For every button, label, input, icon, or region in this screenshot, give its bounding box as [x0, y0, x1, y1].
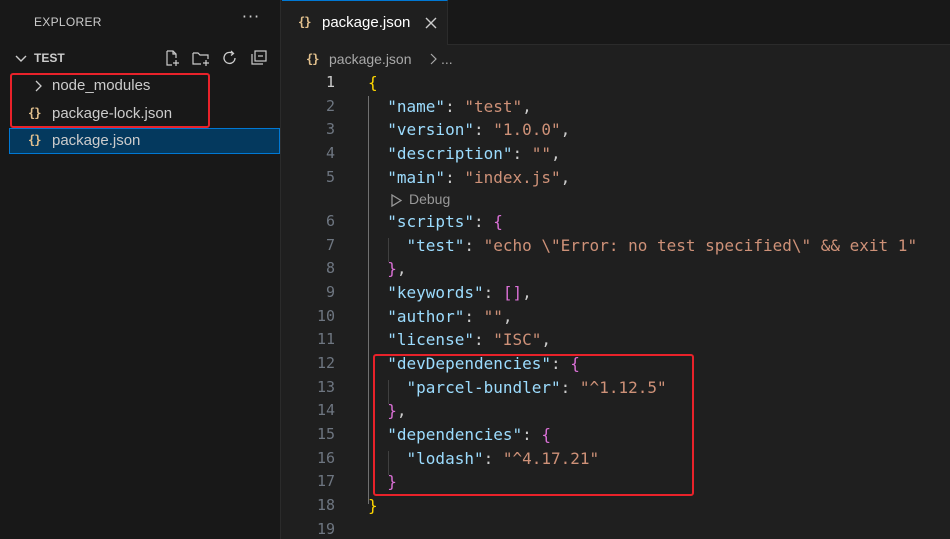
tree-item-label: package-lock.json — [52, 105, 173, 122]
chevron-right-icon[interactable] — [33, 79, 45, 93]
line-number: 12 — [316, 354, 335, 372]
code-text: "lodash": "^4.17.21" — [406, 449, 600, 468]
tree-item-label: node_modules — [52, 77, 151, 94]
line-number: 18 — [316, 496, 335, 514]
line-number: 2 — [325, 97, 335, 115]
code-text: }, — [387, 401, 407, 420]
code-text: "dependencies": { — [387, 425, 552, 444]
code-line: 19 — [282, 519, 950, 539]
line-number: 9 — [325, 283, 335, 301]
json-file-icon: {} — [306, 52, 319, 66]
code-text: "parcel-bundler": "^1.12.5" — [406, 378, 667, 397]
explorer-title: EXPLORER — [34, 15, 102, 29]
code-line: 12 "devDependencies": { — [282, 353, 950, 377]
code-line: 10 "author": "", — [282, 306, 950, 330]
more-actions-icon[interactable]: ··· — [240, 8, 262, 30]
line-number: 6 — [325, 212, 335, 230]
json-file-icon: {} — [28, 133, 41, 147]
code-text: { — [368, 73, 378, 92]
code-text: "description": "", — [387, 144, 561, 163]
code-text: "devDependencies": { — [387, 354, 580, 373]
code-text: "main": "index.js", — [387, 168, 571, 187]
tab-label: package.json — [322, 14, 411, 31]
line-number: 11 — [316, 330, 335, 348]
close-icon[interactable] — [422, 14, 440, 32]
chevron-down-icon[interactable] — [14, 50, 28, 64]
line-number: 4 — [325, 144, 335, 162]
line-number: 7 — [325, 236, 335, 254]
code-line: 2 "name": "test", — [282, 96, 950, 120]
section-actions — [160, 47, 271, 69]
json-file-icon: {} — [298, 15, 311, 29]
play-icon — [390, 193, 403, 210]
code-text: }, — [387, 259, 407, 278]
chevron-right-icon — [429, 52, 439, 66]
line-number: 3 — [325, 120, 335, 138]
explorer-header: EXPLORER ··· — [0, 0, 281, 45]
code-editor[interactable]: 1 { 2 "name": "test", 3 "version": "1.0.… — [282, 72, 950, 539]
line-number: 10 — [316, 307, 335, 325]
code-text: } — [387, 472, 397, 491]
json-file-icon: {} — [28, 106, 41, 120]
line-number: 14 — [316, 401, 335, 419]
code-text: "author": "", — [387, 307, 513, 326]
line-number: 13 — [316, 378, 335, 396]
code-text: } — [368, 496, 378, 515]
code-line: 8 }, — [282, 258, 950, 282]
line-number: 8 — [325, 259, 335, 277]
code-line: 1 { — [282, 72, 950, 96]
code-text: "version": "1.0.0", — [387, 120, 571, 139]
code-line: 3 "version": "1.0.0", — [282, 119, 950, 143]
editor-tab-bar: {} package.json — [282, 0, 950, 45]
collapse-all-icon[interactable] — [247, 47, 271, 69]
new-folder-icon[interactable] — [189, 47, 213, 69]
line-number: 16 — [316, 449, 335, 467]
refresh-icon[interactable] — [218, 47, 242, 69]
line-number: 1 — [325, 73, 335, 91]
tree-item-node-modules[interactable]: node_modules — [9, 73, 280, 99]
code-line: 16 "lodash": "^4.17.21" — [282, 448, 950, 472]
code-line: 9 "keywords": [], — [282, 282, 950, 306]
code-text: "keywords": [], — [387, 283, 532, 302]
code-line: 17 } — [282, 471, 950, 495]
code-text: "name": "test", — [387, 97, 532, 116]
code-line: 18 } — [282, 495, 950, 519]
code-line: 14 }, — [282, 400, 950, 424]
line-number: 5 — [325, 168, 335, 186]
code-line: 5 "main": "index.js", — [282, 167, 950, 191]
breadcrumb: {} package.json ... — [282, 46, 950, 72]
code-text: "license": "ISC", — [387, 330, 552, 349]
line-number: 19 — [316, 520, 335, 538]
tab-package-json[interactable]: {} package.json — [282, 0, 448, 45]
explorer-sidebar: EXPLORER ··· TEST node_modules {} packag… — [0, 0, 281, 539]
tree-item-label: package.json — [52, 132, 141, 149]
breadcrumb-more[interactable]: ... — [441, 51, 453, 67]
code-line: 6 "scripts": { — [282, 211, 950, 235]
new-file-icon[interactable] — [160, 47, 184, 69]
breadcrumb-file[interactable]: package.json — [329, 51, 412, 67]
code-line: 15 "dependencies": { — [282, 424, 950, 448]
code-text: "test": "echo \"Error: no test specified… — [406, 236, 918, 255]
line-number: 15 — [316, 425, 335, 443]
code-line: 11 "license": "ISC", — [282, 329, 950, 353]
code-line: 13 "parcel-bundler": "^1.12.5" — [282, 377, 950, 401]
code-line: 7 "test": "echo \"Error: no test specifi… — [282, 235, 950, 259]
code-text: "scripts": { — [387, 212, 503, 231]
line-number: 17 — [316, 472, 335, 490]
codelens-label: Debug — [409, 191, 451, 207]
folder-section-header[interactable]: TEST — [0, 46, 281, 70]
code-line: 4 "description": "", — [282, 143, 950, 167]
folder-section-label: TEST — [34, 51, 65, 65]
tree-item-package-json[interactable]: {} package.json — [9, 128, 280, 154]
tree-item-package-lock-json[interactable]: {} package-lock.json — [9, 101, 280, 127]
